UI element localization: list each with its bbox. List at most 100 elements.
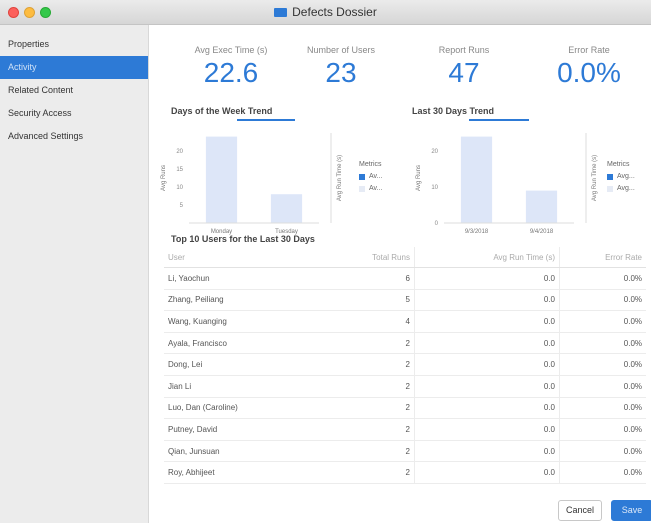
cell-total-runs: 2 — [342, 418, 415, 441]
cell-total-runs: 2 — [342, 397, 415, 420]
column-header-error-rate[interactable]: Error Rate — [559, 247, 646, 268]
table-row[interactable]: Roy, Abhijeet 2 0.0 0.0% — [164, 461, 646, 484]
kpi-label: Error Rate — [568, 45, 610, 55]
legend-item[interactable]: Avg... — [607, 173, 635, 180]
kpi-label: Report Runs — [438, 45, 490, 55]
table-row[interactable]: Jian Li 2 0.0 0.0% — [164, 375, 646, 398]
cell-error-rate: 0.0% — [559, 289, 646, 312]
bar — [460, 136, 493, 223]
cell-avg-run-time: 0.0 — [414, 353, 560, 376]
cell-error-rate: 0.0% — [559, 397, 646, 420]
y-tick-label: 15 — [176, 167, 183, 173]
y2-axis-label: Avg Run Time (s) — [337, 155, 343, 201]
cell-total-runs: 2 — [342, 375, 415, 398]
cell-user: Zhang, Peiliang — [164, 289, 343, 312]
week-chart-legend: Metrics Av... Av... — [359, 161, 382, 197]
y-axis-label: Avg Runs — [161, 165, 167, 191]
cell-avg-run-time: 0.0 — [414, 289, 560, 312]
kpi-label: Number of Users — [306, 45, 376, 55]
days30-chart-underline — [469, 119, 529, 121]
kpi-avg-exec-time: Avg Exec Time (s) 22.6 — [171, 45, 291, 89]
table-row[interactable]: Wang, Kuanging 4 0.0 0.0% — [164, 310, 646, 333]
legend-swatch — [607, 185, 613, 192]
cell-avg-run-time: 0.0 — [414, 310, 560, 333]
kpi-label: Avg Exec Time (s) — [194, 45, 268, 55]
kpi-error-rate: Error Rate 0.0% — [529, 45, 649, 89]
legend-label: Avg... — [617, 173, 635, 180]
cell-error-rate: 0.0% — [559, 375, 646, 398]
column-header-total-runs[interactable]: Total Runs — [342, 247, 415, 268]
column-header-avg-run-time[interactable]: Avg Run Time (s) — [414, 247, 560, 268]
x-tick-label: 9/3/2018 — [465, 229, 489, 235]
table-row[interactable]: Ayala, Francisco 2 0.0 0.0% — [164, 332, 646, 355]
legend-label: Av... — [369, 185, 383, 192]
cell-total-runs: 2 — [342, 332, 415, 355]
y2-axis-label: Avg Run Time (s) — [592, 155, 598, 201]
save-button[interactable]: Save — [611, 500, 651, 521]
cell-error-rate: 0.0% — [559, 353, 646, 376]
cell-avg-run-time: 0.0 — [414, 440, 560, 463]
cell-total-runs: 2 — [342, 461, 415, 484]
bar — [525, 190, 558, 223]
y-axis-label: Avg Runs — [416, 165, 422, 191]
sidebar-item-security-access[interactable]: Security Access — [0, 102, 148, 125]
table-row[interactable]: Li, Yaochun 6 0.0 0.0% — [164, 267, 646, 290]
table-row[interactable]: Luo, Dan (Caroline) 2 0.0 0.0% — [164, 397, 646, 420]
table-body: Li, Yaochun 6 0.0 0.0% Zhang, Peiliang 5 0.0 0.… — [164, 267, 646, 484]
sidebar-item-properties[interactable]: Properties — [0, 33, 148, 56]
cell-error-rate: 0.0% — [559, 418, 646, 441]
days30-chart-legend: Metrics Avg... Avg... — [607, 161, 635, 197]
cell-avg-run-time: 0.0 — [414, 397, 560, 420]
table-header-row: User Total Runs Avg Run Time (s) Error R… — [164, 247, 646, 268]
cell-total-runs: 5 — [342, 289, 415, 312]
legend-swatch — [607, 173, 613, 180]
cancel-button[interactable]: Cancel — [558, 500, 602, 521]
y-tick-label: 10 — [176, 185, 183, 191]
kpi-report-runs: Report Runs 47 — [404, 45, 524, 89]
window-title: Defects Dossier — [292, 5, 377, 19]
cell-total-runs: 2 — [342, 353, 415, 376]
legend-label: Av... — [369, 173, 383, 180]
dossier-icon — [274, 7, 288, 17]
cell-user: Dong, Lei — [164, 353, 343, 376]
sidebar-item-activity[interactable]: Activity — [0, 56, 148, 79]
cell-user: Ayala, Francisco — [164, 332, 343, 355]
cell-user: Jian Li — [164, 375, 343, 398]
legend-item[interactable]: Av... — [359, 173, 382, 180]
sidebar-item-advanced-settings[interactable]: Advanced Settings — [0, 125, 148, 148]
week-chart-underline — [237, 119, 295, 121]
cell-avg-run-time: 0.0 — [414, 332, 560, 355]
table-row[interactable]: Zhang, Peiliang 5 0.0 0.0% — [164, 289, 646, 312]
cell-avg-run-time: 0.0 — [414, 267, 560, 290]
y-tick-label: 0 — [435, 221, 439, 227]
week-chart-title: Days of the Week Trend — [171, 106, 273, 116]
cell-avg-run-time: 0.0 — [414, 375, 560, 398]
week-trend-chart: Avg Runs Avg Run Time (s)5101520Monday Tue… — [161, 133, 343, 235]
kpi-value: 47 — [448, 57, 480, 88]
legend-item[interactable]: Avg... — [607, 185, 635, 192]
cell-user: Qian, Junsuan — [164, 440, 343, 463]
column-header-user[interactable]: User — [164, 247, 343, 268]
table-title: Top 10 Users for the Last 30 Days — [171, 234, 315, 244]
sidebar-item-related-content[interactable]: Related Content — [0, 79, 148, 102]
cell-error-rate: 0.0% — [559, 332, 646, 355]
bar — [270, 194, 303, 223]
cell-avg-run-time: 0.0 — [414, 461, 560, 484]
legend-swatch — [359, 185, 365, 192]
table-row[interactable]: Qian, Junsuan 2 0.0 0.0% — [164, 440, 646, 463]
kpi-value: 22.6 — [203, 57, 259, 88]
y-tick-label: 10 — [431, 185, 438, 191]
sidebar: Properties Activity Related Content Secu… — [0, 25, 149, 523]
legend-item[interactable]: Av... — [359, 185, 382, 192]
cell-error-rate: 0.0% — [559, 310, 646, 333]
cell-total-runs: 4 — [342, 310, 415, 333]
table-row[interactable]: Dong, Lei 2 0.0 0.0% — [164, 353, 646, 376]
kpi-value: 0.0% — [557, 57, 621, 88]
cell-user: Li, Yaochun — [164, 267, 343, 290]
bar — [205, 136, 238, 223]
y-tick-label: 20 — [431, 149, 438, 155]
table-row[interactable]: Putney, David 2 0.0 0.0% — [164, 418, 646, 441]
y-tick-label: 20 — [176, 149, 183, 155]
cell-avg-run-time: 0.0 — [414, 418, 560, 441]
y-tick-label: 5 — [180, 203, 184, 209]
